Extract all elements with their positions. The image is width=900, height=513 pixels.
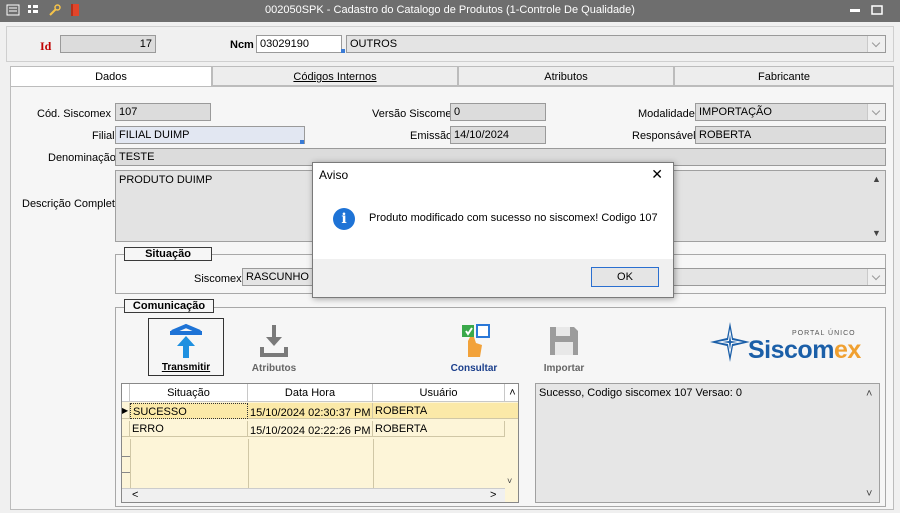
download-tray-icon <box>260 325 288 357</box>
tab-dados[interactable]: Dados <box>10 66 212 87</box>
log-scroll-down-icon[interactable]: ˅ <box>866 488 872 500</box>
denominacao-label: Denominação <box>48 152 116 164</box>
siscomex-status-label: Siscomex <box>194 273 242 285</box>
table-row-2-situacao[interactable]: ERRO <box>130 421 248 437</box>
filial-field[interactable]: FILIAL DUIMP <box>115 126 305 144</box>
row-indicator-icon: ▶ <box>122 403 130 419</box>
ncm-label: Ncm <box>230 39 254 51</box>
chevron-down-icon[interactable] <box>867 104 885 120</box>
lookup-marker-icon <box>300 140 304 144</box>
ncm-description-value: OUTROS <box>350 38 398 50</box>
info-icon: i <box>333 208 355 230</box>
row-indicator <box>122 421 130 437</box>
modalidade-label: Modalidade <box>638 108 695 120</box>
emissao-label: Emissão <box>410 130 453 142</box>
title-bar: 002050SPK - Cadastro do Catalogo de Prod… <box>0 0 900 22</box>
save-disk-icon <box>550 327 578 355</box>
cod-siscomex-label: Cód. Siscomex <box>37 108 111 120</box>
siscomex-status-value: RASCUNHO <box>246 271 309 283</box>
grid-line <box>122 472 130 473</box>
tab-strip: Dados Códigos Internos Atributos Fabrica… <box>10 66 894 87</box>
ncm-code-field[interactable]: 03029190 <box>256 35 342 53</box>
importar-label: Importar <box>543 363 585 374</box>
logo-wordmark-suffix: ex <box>833 336 861 364</box>
chevron-down-icon[interactable] <box>867 269 885 285</box>
grid-line <box>248 439 249 491</box>
grid-line <box>122 456 130 457</box>
transmitir-label: Transmitir <box>161 362 211 373</box>
modalidade-value: IMPORTAÇÃO <box>699 106 772 118</box>
responsavel-label: Responsável <box>632 130 696 142</box>
table-row-1-data-hora[interactable]: 15/10/2024 02:30:37 PM <box>248 403 373 419</box>
emissao-field[interactable]: 14/10/2024 <box>450 126 546 144</box>
id-label: Id <box>40 39 52 53</box>
descricao-completa-value: PRODUTO DUIMP <box>119 174 213 186</box>
scroll-left-icon[interactable]: < <box>132 489 138 501</box>
grid-line <box>373 439 374 491</box>
dialog-titlebar: Aviso ✕ <box>313 163 673 185</box>
table-row-1-usuario[interactable]: ROBERTA <box>373 403 518 419</box>
dialog-body: i Produto modificado com sucesso no sisc… <box>313 185 673 259</box>
versao-siscomex-label: Versão Siscomex <box>372 108 457 120</box>
atributos-button[interactable]: Atributos <box>236 318 312 376</box>
restore-button[interactable] <box>870 4 884 16</box>
star-logo-icon <box>710 322 750 362</box>
importar-button[interactable]: Importar <box>526 318 602 376</box>
chevron-down-icon[interactable] <box>867 36 885 52</box>
lookup-marker-icon <box>341 49 345 53</box>
comunicacao-group-title: Comunicação <box>124 299 214 313</box>
responsavel-field[interactable]: ROBERTA <box>695 126 886 144</box>
comunicacao-history-grid[interactable]: Situação Data Hora Usuário ˄ ▶ SUCESSO 1… <box>121 383 519 503</box>
id-field[interactable]: 17 <box>60 35 156 53</box>
grid-header-usuario[interactable]: Usuário <box>373 384 505 402</box>
log-text: Sucesso, Codigo siscomex 107 Versao: 0 <box>539 387 743 399</box>
logo-wordmark: Siscomex <box>748 336 861 365</box>
tab-codigos-internos[interactable]: Códigos Internos <box>212 66 458 86</box>
siscomex-logo: PORTAL ÚNICO Siscomex <box>708 318 868 368</box>
minimize-icon <box>850 9 860 12</box>
minimize-button[interactable] <box>848 4 862 16</box>
consultar-button[interactable]: Consultar <box>436 318 512 376</box>
logo-wordmark-main: Siscom <box>748 336 834 364</box>
aviso-dialog: Aviso ✕ i Produto modificado com sucesso… <box>312 162 674 298</box>
upload-icon <box>170 323 202 358</box>
log-scroll-up-icon[interactable]: ˄ <box>866 388 872 400</box>
horizontal-scrollbar[interactable]: < > <box>122 488 505 502</box>
versao-siscomex-field[interactable]: 0 <box>450 103 546 121</box>
scroll-up-icon[interactable]: ▲ <box>872 174 881 184</box>
ok-button[interactable]: OK <box>591 267 659 287</box>
table-row-2-data-hora[interactable]: 15/10/2024 02:22:26 PM <box>248 421 373 437</box>
consultar-label: Consultar <box>450 363 498 374</box>
modalidade-select[interactable]: IMPORTAÇÃO <box>695 103 886 121</box>
table-row-1-situacao[interactable]: SUCESSO <box>130 403 248 419</box>
window-title: 002050SPK - Cadastro do Catalogo de Prod… <box>265 4 635 16</box>
transmitir-button[interactable]: Transmitir <box>148 318 224 376</box>
grid-header-data-hora[interactable]: Data Hora <box>248 384 373 402</box>
cod-siscomex-field[interactable]: 107 <box>115 103 211 121</box>
grid-corner <box>122 384 130 402</box>
grid-header-situacao[interactable]: Situação <box>130 384 248 402</box>
ncm-description-select[interactable]: OUTROS <box>346 35 886 53</box>
filial-label: Filial <box>92 130 115 142</box>
table-row-2-usuario[interactable]: ROBERTA <box>373 421 505 437</box>
scroll-right-icon[interactable]: > <box>490 489 496 501</box>
scroll-down-icon[interactable]: ▼ <box>872 228 881 238</box>
dialog-message: Produto modificado com sucesso no siscom… <box>369 212 658 224</box>
tab-fabricante[interactable]: Fabricante <box>674 66 894 86</box>
situacao-group-title: Situação <box>124 247 212 261</box>
tab-atributos[interactable]: Atributos <box>458 66 674 86</box>
restore-icon <box>871 5 883 15</box>
descricao-completa-label: Descrição Completa <box>22 198 122 210</box>
close-icon[interactable]: ✕ <box>651 166 663 183</box>
atributos-label: Atributos <box>251 363 297 374</box>
grid-scroll-up-icon[interactable]: ˄ <box>505 384 518 402</box>
grid-line <box>130 439 131 491</box>
dialog-title: Aviso <box>319 168 349 182</box>
log-memo[interactable]: Sucesso, Codigo siscomex 107 Versao: 0 <box>535 383 880 503</box>
grid-scroll-down-icon[interactable]: ˅ <box>507 476 512 486</box>
touch-select-icon <box>462 324 490 357</box>
